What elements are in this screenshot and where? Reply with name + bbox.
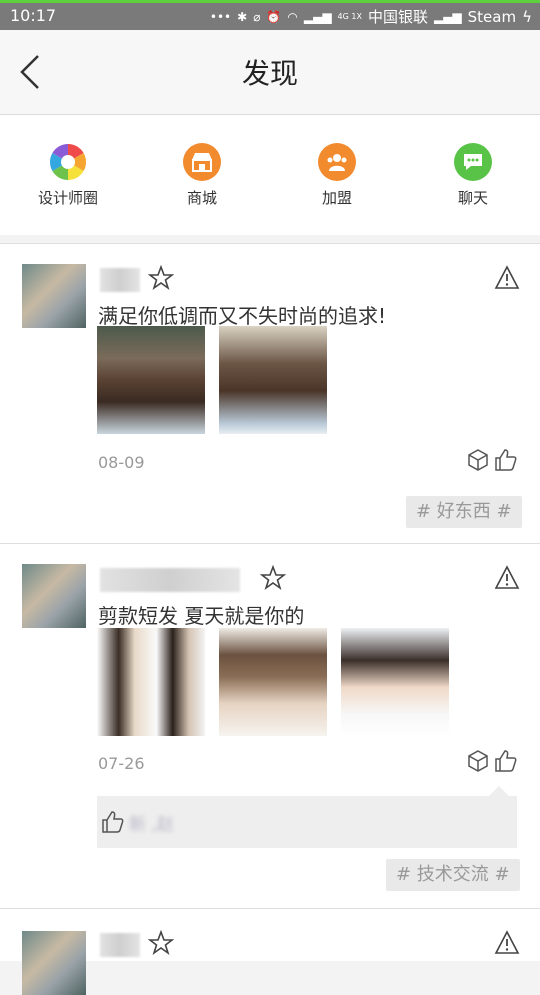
navbar: 发现 [0,30,540,115]
status-time: 10:17 [10,6,57,25]
post-text: 剪款短发 夏天就是你的 [98,604,305,628]
carrier-label: 中国银联 [367,8,428,26]
cube-icon[interactable] [466,448,490,472]
post-image[interactable] [219,628,327,736]
feed-post [0,908,540,995]
network-type-label: 4G 1X [337,12,362,21]
aperture-icon [49,143,87,181]
charging-icon: ϟ [522,7,532,26]
thumbs-up-icon [102,811,124,833]
star-icon[interactable] [148,930,174,956]
topic-tag[interactable]: # 好东西 # [406,496,522,528]
status-icons: ••• ✱ ⌀ ⏰ ◠ ▂▄▆ 4G 1X 中国银联 ▂▄▆ Steam ϟ [210,6,532,27]
avatar[interactable] [22,264,86,328]
post-image[interactable] [97,628,205,736]
post-image[interactable] [219,326,327,434]
post-image[interactable] [341,628,449,736]
cube-icon[interactable] [466,749,490,773]
thumbs-up-icon[interactable] [494,448,518,472]
post-date: 08-09 [98,453,145,472]
thumbs-up-icon[interactable] [494,749,518,773]
username-blurred[interactable] [100,268,140,292]
shortcut-shop[interactable]: 商城 [142,143,262,208]
feed-post: 剪款短发 夏天就是你的 07-26 新 ,赵 # 技术交流 # [0,543,540,909]
shortcut-label: 商城 [186,189,217,207]
report-warning-icon[interactable] [494,265,520,291]
bluetooth-icon: ✱ [237,9,248,24]
page-title: 发现 [241,57,298,90]
steam-label: Steam [467,7,517,26]
post-image[interactable] [97,326,205,434]
star-icon[interactable] [148,265,174,291]
shop-icon [183,143,221,181]
signal-icon: ▂▄▆ [303,9,332,24]
shortcut-row: 设计师圈 商城 加盟 聊天 [0,115,540,235]
report-warning-icon[interactable] [494,565,520,591]
wifi-icon: ◠ [287,9,298,24]
star-icon[interactable] [260,565,286,591]
shortcut-designer-circle[interactable]: 设计师圈 [8,143,128,208]
post-date: 07-26 [98,754,145,773]
shortcut-chat[interactable]: 聊天 [413,143,533,208]
status-accent-line [0,0,540,3]
group-icon [318,143,356,181]
mute-icon: ⌀ [253,9,261,24]
shortcut-franchise[interactable]: 加盟 [277,143,397,208]
username-blurred[interactable] [100,568,240,592]
alarm-icon: ⏰ [266,9,282,24]
more-dots-icon: ••• [209,9,232,24]
shortcut-label: 加盟 [321,189,352,207]
likes-box-pointer [489,786,509,796]
post-text: 满足你低调而又不失时尚的追求! [98,304,387,328]
signal-icon-2: ▂▄▆ [433,9,462,24]
liker-names[interactable]: 新 ,赵 [129,810,174,835]
avatar[interactable] [22,931,86,995]
avatar[interactable] [22,564,86,628]
report-warning-icon[interactable] [494,930,520,956]
feed-post: 满足你低调而又不失时尚的追求! 08-09 # 好东西 # [0,243,540,544]
username-blurred[interactable] [100,933,140,957]
status-bar: 10:17 ••• ✱ ⌀ ⏰ ◠ ▂▄▆ 4G 1X 中国银联 ▂▄▆ Ste… [0,0,540,30]
shortcut-label: 设计师圈 [37,189,98,207]
chat-icon [454,143,492,181]
topic-tag[interactable]: # 技术交流 # [386,859,520,891]
shortcut-label: 聊天 [457,189,488,207]
likes-box: 新 ,赵 [97,786,517,848]
